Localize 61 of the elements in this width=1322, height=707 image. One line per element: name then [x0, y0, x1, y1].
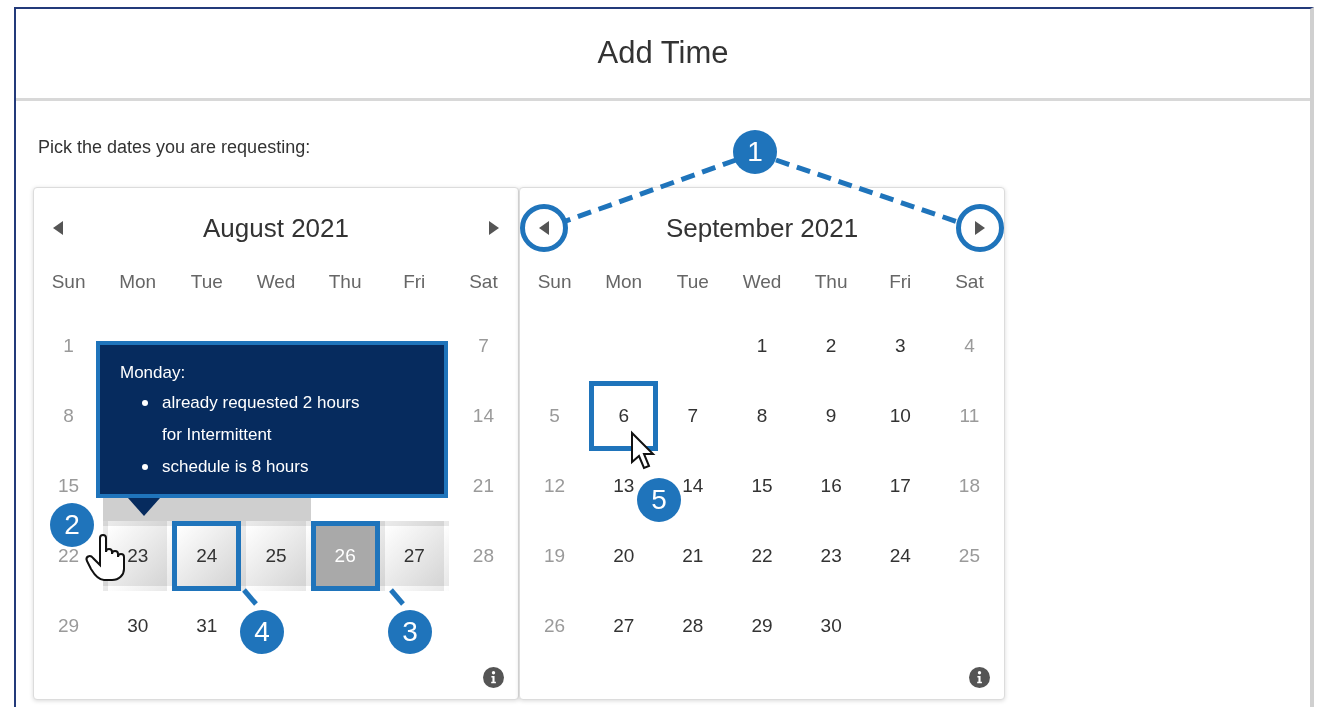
day-cell[interactable]: 10: [889, 405, 911, 427]
caret-left-icon: [538, 220, 550, 236]
next-month-button[interactable]: [956, 204, 1004, 252]
day-cell[interactable]: 20: [613, 545, 635, 567]
weekday-label: Wed: [741, 270, 783, 294]
weekday-label: Sun: [50, 270, 87, 294]
weekday-label: Thu: [327, 270, 363, 294]
weekday-label: Mon: [604, 270, 644, 294]
day-cell[interactable]: 22: [751, 545, 773, 567]
day-cell[interactable]: 31: [196, 615, 218, 637]
leader-line: [242, 588, 258, 606]
day-cell[interactable]: 2: [825, 335, 837, 357]
day-cell[interactable]: 27: [613, 615, 635, 637]
bullet-icon: [142, 464, 148, 470]
day-cell[interactable]: 3: [895, 335, 906, 357]
caret-right-icon: [974, 220, 986, 236]
day-cell[interactable]: 21: [682, 545, 704, 567]
day-cell[interactable]: 17: [889, 475, 911, 497]
leader-line: [389, 588, 405, 606]
bullet-icon: [142, 400, 148, 406]
day-cell[interactable]: 13: [613, 475, 635, 497]
hand-cursor-icon: [85, 534, 125, 581]
weekday-label: Wed: [255, 270, 297, 294]
info-icon[interactable]: [969, 667, 990, 688]
weekday-label: Mon: [118, 270, 158, 294]
day-cell[interactable]: 1: [756, 335, 768, 357]
day-cell[interactable]: 23: [820, 545, 842, 567]
day-cell[interactable]: 8: [756, 405, 768, 427]
day-cell[interactable]: 16: [820, 475, 842, 497]
month-title: August 2021: [203, 211, 349, 245]
day-cell[interactable]: 30: [127, 615, 149, 637]
tooltip-item: schedule is 8 hours: [162, 456, 310, 478]
day-cell[interactable]: 14: [682, 475, 704, 497]
weekday-label: Sun: [536, 270, 573, 294]
weekday-label: Fri: [402, 270, 427, 294]
day-cell[interactable]: 9: [825, 405, 837, 427]
caret-left-icon: [52, 220, 64, 236]
prompt-text: Pick the dates you are requesting:: [38, 136, 311, 159]
weekday-label: Tue: [189, 270, 224, 294]
caret-right-icon: [488, 220, 500, 236]
weekday-label: Thu: [813, 270, 849, 294]
weekday-label: Sat: [954, 270, 985, 294]
weekday-label: Sat: [468, 270, 499, 294]
day-cell[interactable]: 28: [682, 615, 704, 637]
weekday-label: Fri: [888, 270, 913, 294]
day-cell[interactable]: 30: [820, 615, 842, 637]
month-title: September 2021: [665, 211, 859, 245]
callout-badge: 1: [733, 130, 777, 174]
day-cell[interactable]: 29: [751, 615, 773, 637]
day-cell[interactable]: 27: [379, 521, 449, 591]
previous-month-button[interactable]: [520, 204, 568, 252]
day-cell[interactable]: 25: [241, 521, 311, 591]
day-cell[interactable]: 24: [172, 521, 242, 591]
info-icon[interactable]: [483, 667, 504, 688]
day-cell[interactable]: 15: [751, 475, 773, 497]
dialog-title: Add Time: [597, 34, 729, 73]
day-cell[interactable]: 24: [889, 545, 911, 567]
day-cell[interactable]: 7: [687, 405, 699, 427]
pointer-cursor-icon: [631, 430, 656, 470]
weekday-label: Tue: [675, 270, 710, 294]
tooltip-title: Monday:: [120, 362, 187, 384]
